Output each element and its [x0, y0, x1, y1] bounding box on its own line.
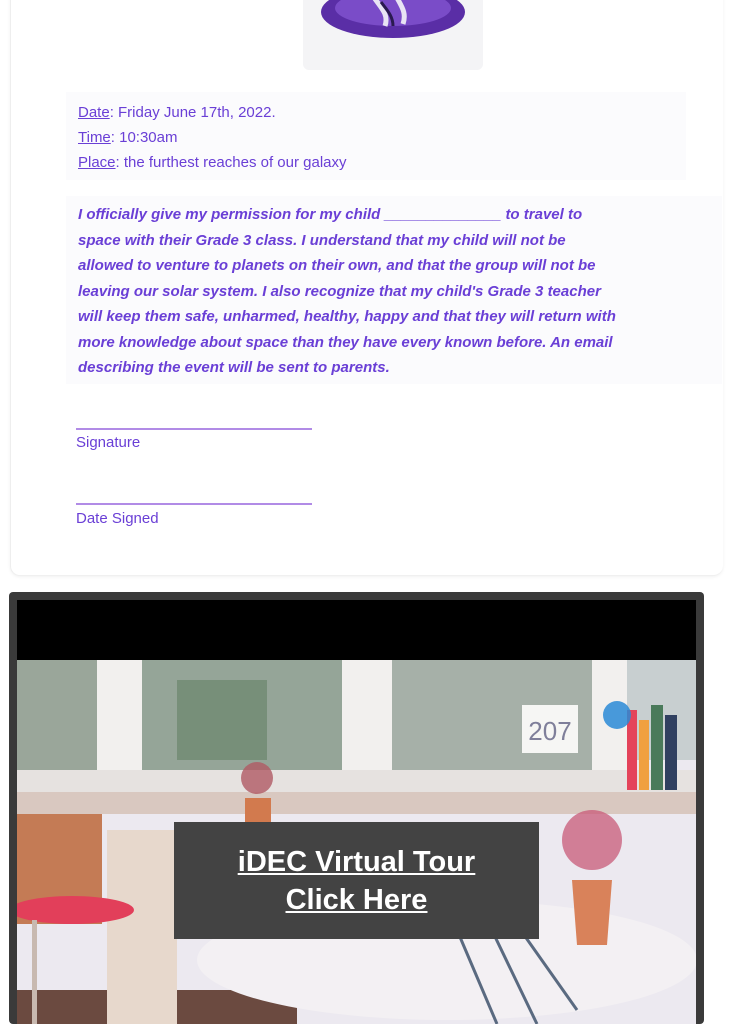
tour-button-line1[interactable]: iDEC Virtual Tour [238, 843, 475, 881]
date-signed-label: Date Signed [76, 510, 159, 527]
date-signed-line [76, 503, 312, 505]
room-number-sign: 207 [528, 716, 571, 746]
place-label: Place [78, 154, 116, 171]
permission-line: will keep them safe, unharmed, healthy, … [78, 308, 616, 325]
signature-line [76, 428, 312, 430]
permission-line: more knowledge about space than they hav… [78, 333, 613, 351]
rocket-logo-icon [321, 0, 465, 38]
tour-button-line2[interactable]: Click Here [286, 881, 428, 919]
permission-line: space with their Grade 3 class. I unders… [78, 231, 566, 249]
place-row: Place: the furthest reaches of our galax… [66, 150, 686, 175]
virtual-tour-frame: 207 [9, 592, 704, 1024]
time-label: Time [78, 129, 111, 146]
rocket-logo [303, 0, 483, 70]
event-details: Date: Friday June 17th, 2022. Time: 10:3… [66, 92, 686, 180]
permission-statement: I officially give my permission for my c… [66, 196, 722, 384]
time-row: Time: 10:30am [66, 125, 686, 150]
permission-line: allowed to venture to planets on their o… [78, 257, 596, 274]
time-value: : 10:30am [110, 129, 178, 146]
date-value: : Friday June 17th, 2022. [109, 104, 276, 121]
permission-line: describing the event will be sent to par… [78, 359, 390, 376]
date-row: Date: Friday June 17th, 2022. [66, 92, 686, 125]
date-label: Date [78, 104, 110, 121]
permission-line: I officially give my permission for my c… [78, 206, 583, 223]
video-header-bar [17, 600, 696, 660]
place-value: : the furthest reaches of our galaxy [115, 154, 347, 171]
permission-line: leaving our solar system. I also recogni… [78, 282, 601, 300]
virtual-tour-button[interactable]: iDEC Virtual Tour Click Here [174, 822, 539, 939]
signature-label: Signature [76, 434, 141, 451]
